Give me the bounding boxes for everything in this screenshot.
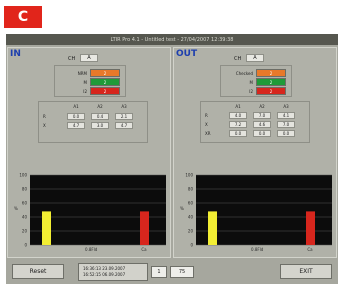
exit-button[interactable]: EXIT bbox=[280, 264, 332, 279]
x-tick-label: Ca bbox=[141, 247, 147, 252]
out-bar-chart: 100 80 60 40 20 0% 0.8Fld Ca bbox=[180, 173, 332, 252]
y-tick-label: 60 bbox=[22, 201, 28, 206]
y-tick-label: 0 bbox=[190, 243, 193, 248]
in-panel: IN CH A NRM 2 M 2 I2 2 A1 A2 A3 R 0.0 0.… bbox=[7, 47, 171, 258]
in-bar-chart: 100 80 60 40 20 0% 0.8Fld Ca bbox=[14, 173, 166, 252]
table-cell: 2.1 bbox=[115, 113, 133, 120]
channel-label: CH bbox=[68, 56, 76, 62]
status-indicator-green: 2 bbox=[90, 78, 120, 86]
table-cell: 7.0 bbox=[277, 121, 295, 128]
table-row-label: R bbox=[43, 114, 46, 119]
y-tick-label: 80 bbox=[22, 187, 28, 192]
values-table: A1 A2 A3 R 4.0 7.0 4.1 X 7.2 4.6 7.0 XR … bbox=[200, 101, 310, 143]
bar-red bbox=[306, 211, 315, 245]
bar-yellow bbox=[42, 211, 51, 245]
status-indicator-orange: 2 bbox=[256, 69, 286, 77]
x-tick-label: 0.8Fld bbox=[251, 247, 264, 252]
status-indicators: NRM 2 M 2 I2 2 bbox=[54, 65, 126, 97]
table-row-label: X bbox=[43, 123, 46, 128]
table-cell: 4.7 bbox=[67, 122, 85, 129]
x-tick-label: 0.8Fld bbox=[85, 247, 98, 252]
channel-label: CH bbox=[234, 56, 242, 62]
y-tick-label: 40 bbox=[188, 215, 194, 220]
status-indicator-green: 2 bbox=[256, 78, 286, 86]
table-cell: 4.1 bbox=[277, 112, 295, 119]
table-row-label: X bbox=[205, 122, 208, 127]
table-cell: 0.0 bbox=[67, 113, 85, 120]
y-axis-label: % bbox=[180, 206, 184, 211]
table-row-label: XR bbox=[205, 131, 211, 136]
y-tick-label: 20 bbox=[188, 229, 194, 234]
status-row: M 2 bbox=[221, 78, 293, 87]
channel-selector[interactable]: A bbox=[246, 54, 264, 62]
status-row: I2 2 bbox=[55, 87, 127, 96]
status-indicator-red: 2 bbox=[256, 87, 286, 95]
y-tick-label: 0 bbox=[24, 243, 27, 248]
status-label: Checked bbox=[235, 71, 253, 76]
y-tick-label: 100 bbox=[19, 173, 27, 178]
table-cell: 4.6 bbox=[253, 121, 271, 128]
status-row: M 2 bbox=[55, 78, 127, 87]
table-cell: 4.0 bbox=[229, 112, 247, 119]
status-label: I2 bbox=[249, 89, 253, 94]
status-indicator-red: 2 bbox=[90, 87, 120, 95]
y-tick-label: 40 bbox=[22, 215, 28, 220]
status-label: M bbox=[249, 80, 253, 85]
y-tick-label: 100 bbox=[185, 173, 193, 178]
table-row-label: R bbox=[205, 113, 208, 118]
status-indicators: Checked 2 M 2 I2 2 bbox=[220, 65, 292, 97]
table-cell: 0.0 bbox=[253, 130, 271, 137]
numeric-field[interactable]: 1 bbox=[151, 266, 167, 278]
status-label: I2 bbox=[83, 89, 87, 94]
values-table: A1 A2 A3 R 0.0 0.4 2.1 X 4.7 3.0 4.7 bbox=[38, 101, 148, 143]
y-tick-label: 60 bbox=[188, 201, 194, 206]
table-cell: 0.0 bbox=[229, 130, 247, 137]
status-indicator-orange: 2 bbox=[90, 69, 120, 77]
table-cell: 0.0 bbox=[277, 130, 295, 137]
table-header: A3 bbox=[283, 104, 289, 109]
table-header: A1 bbox=[73, 104, 79, 109]
bottom-toolbar: Reset 16:36:13 23.09.2007 16:52:15 06.09… bbox=[6, 260, 338, 284]
bar-yellow bbox=[208, 211, 217, 245]
table-cell: 4.7 bbox=[115, 122, 133, 129]
x-tick-label: Ca bbox=[307, 247, 313, 252]
y-tick-label: 80 bbox=[188, 187, 194, 192]
status-row: NRM 2 bbox=[55, 69, 127, 78]
datetime-line: 16:52:15 06.09.2007 bbox=[83, 272, 126, 277]
channel-selector[interactable]: A bbox=[80, 54, 98, 62]
status-row: Checked 2 bbox=[221, 69, 293, 78]
panel-title: IN bbox=[10, 49, 21, 59]
numeric-field[interactable]: 75 bbox=[170, 266, 194, 278]
table-header: A1 bbox=[235, 104, 241, 109]
table-header: A3 bbox=[121, 104, 127, 109]
window-title: LTIR Pro 4.1 - Untitled test - 27/04/200… bbox=[6, 34, 338, 45]
y-axis-label: % bbox=[14, 206, 18, 211]
status-row: I2 2 bbox=[221, 87, 293, 96]
y-tick-label: 20 bbox=[22, 229, 28, 234]
table-header: A2 bbox=[97, 104, 103, 109]
section-badge: C bbox=[4, 6, 42, 28]
table-cell: 0.4 bbox=[91, 113, 109, 120]
status-label: NRM bbox=[77, 71, 87, 76]
panel-title: OUT bbox=[176, 49, 198, 59]
datetime-display: 16:36:13 23.09.2007 16:52:15 06.09.2007 bbox=[78, 263, 148, 281]
table-cell: 7.2 bbox=[229, 121, 247, 128]
status-label: M bbox=[83, 80, 87, 85]
table-cell: 3.0 bbox=[91, 122, 109, 129]
table-cell: 7.0 bbox=[253, 112, 271, 119]
reset-button[interactable]: Reset bbox=[12, 264, 64, 279]
table-header: A2 bbox=[259, 104, 265, 109]
application-window: LTIR Pro 4.1 - Untitled test - 27/04/200… bbox=[6, 34, 338, 284]
out-panel: OUT CH A Checked 2 M 2 I2 2 A1 A2 A3 R 4… bbox=[173, 47, 337, 258]
bar-red bbox=[140, 211, 149, 245]
